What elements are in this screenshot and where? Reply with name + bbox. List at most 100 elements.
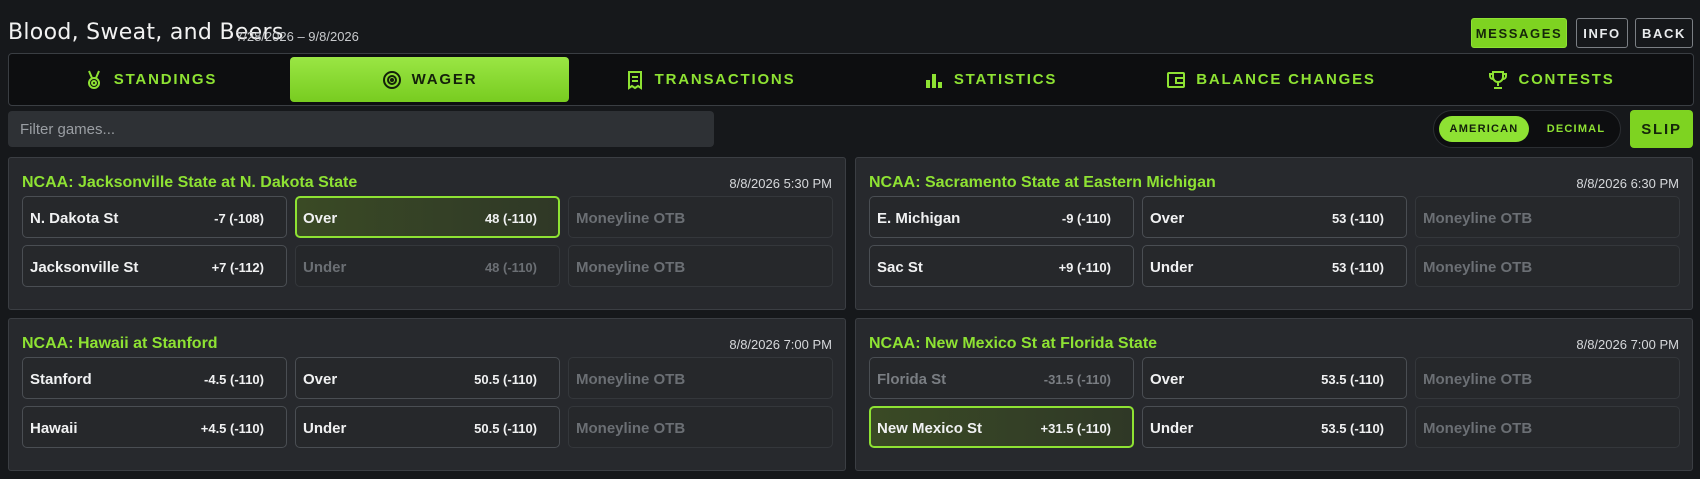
total-bet-button[interactable]: Over 53.5 (-110) xyxy=(1142,357,1407,399)
game-time: 8/8/2026 7:00 PM xyxy=(1576,337,1679,352)
american-odds-option[interactable]: AMERICAN xyxy=(1439,116,1529,142)
bet-odds: 53 (-110) xyxy=(1331,260,1384,275)
game-card: NCAA: New Mexico St at Florida State 8/8… xyxy=(855,318,1693,471)
total-bet-button[interactable]: Over 50.5 (-110) xyxy=(295,357,560,399)
bet-side: Under xyxy=(303,420,347,437)
spread-bet-button[interactable]: New Mexico St +31.5 (-110) xyxy=(869,406,1134,448)
spread-bet-button[interactable]: E. Michigan -9 (-110) xyxy=(869,196,1134,238)
bet-side: Over xyxy=(1150,210,1185,227)
main-nav: STANDINGS WAGER TRANSACTIONS STATISTICS … xyxy=(8,53,1694,106)
total-bet-button[interactable]: Over 53 (-110) xyxy=(1142,196,1407,238)
total-bet-button[interactable]: Under 48 (-110) xyxy=(295,245,560,287)
game-card: NCAA: Sacramento State at Eastern Michig… xyxy=(855,157,1693,310)
moneyline-label: Moneyline OTB xyxy=(576,371,686,388)
bar-chart-icon xyxy=(925,73,942,88)
bet-odds: +31.5 (-110) xyxy=(1040,421,1111,436)
moneyline-otb: Moneyline OTB xyxy=(568,245,833,287)
bet-team: Florida St xyxy=(877,371,947,388)
moneyline-label: Moneyline OTB xyxy=(576,420,686,437)
game-title: NCAA: Sacramento State at Eastern Michig… xyxy=(869,174,1216,191)
header: Blood, Sweat, and Beers 7/28/2026 – 9/8/… xyxy=(0,0,1700,52)
spread-bet-button[interactable]: Hawaii +4.5 (-110) xyxy=(22,406,287,448)
league-dates: 7/28/2026 – 9/8/2026 xyxy=(236,29,359,44)
odds-format-toggle: AMERICAN DECIMAL xyxy=(1433,110,1621,148)
bet-team: E. Michigan xyxy=(877,210,961,227)
game-title: NCAA: Hawaii at Stanford xyxy=(22,335,218,352)
tab-contests[interactable]: CONTESTS xyxy=(1412,57,1691,102)
bet-side: Over xyxy=(303,210,338,227)
back-button[interactable]: BACK xyxy=(1635,18,1693,48)
spread-bet-button[interactable]: N. Dakota St -7 (-108) xyxy=(22,196,287,238)
info-button[interactable]: INFO xyxy=(1576,18,1628,48)
moneyline-otb: Moneyline OTB xyxy=(1415,357,1680,399)
bet-team: Jacksonville St xyxy=(30,259,139,276)
tab-wager[interactable]: WAGER xyxy=(290,57,569,102)
total-bet-button[interactable]: Under 53.5 (-110) xyxy=(1142,406,1407,448)
tab-label: TRANSACTIONS xyxy=(654,71,796,88)
tab-label: STANDINGS xyxy=(113,71,218,88)
bet-team: N. Dakota St xyxy=(30,210,119,227)
tab-standings[interactable]: STANDINGS xyxy=(12,57,289,102)
bet-odds: 53 (-110) xyxy=(1331,211,1384,226)
tab-label: CONTESTS xyxy=(1518,71,1615,88)
total-bet-button[interactable]: Under 50.5 (-110) xyxy=(295,406,560,448)
moneyline-otb: Moneyline OTB xyxy=(1415,245,1680,287)
bet-side: Under xyxy=(1150,420,1194,437)
moneyline-label: Moneyline OTB xyxy=(576,210,686,227)
bet-odds: -7 (-108) xyxy=(214,211,264,226)
game-time: 8/8/2026 6:30 PM xyxy=(1576,176,1679,191)
spread-bet-button[interactable]: Jacksonville St +7 (-112) xyxy=(22,245,287,287)
bet-odds: 48 (-110) xyxy=(484,211,537,226)
bet-odds: -31.5 (-110) xyxy=(1043,372,1111,387)
game-card: NCAA: Jacksonville State at N. Dakota St… xyxy=(8,157,846,310)
tab-statistics[interactable]: STATISTICS xyxy=(851,57,1130,102)
trophy-icon xyxy=(1489,70,1508,89)
decimal-odds-option[interactable]: DECIMAL xyxy=(1536,116,1616,142)
total-bet-button[interactable]: Under 53 (-110) xyxy=(1142,245,1407,287)
medal-icon xyxy=(87,70,100,89)
tab-transactions[interactable]: TRANSACTIONS xyxy=(570,57,850,102)
moneyline-otb: Moneyline OTB xyxy=(1415,406,1680,448)
bet-odds: 50.5 (-110) xyxy=(474,372,537,387)
bet-side: Over xyxy=(303,371,338,388)
receipt-icon xyxy=(627,70,642,90)
bet-odds: 48 (-110) xyxy=(484,260,537,275)
target-icon xyxy=(382,70,401,89)
moneyline-label: Moneyline OTB xyxy=(1423,420,1533,437)
bet-team: Hawaii xyxy=(30,420,78,437)
filter-games-input[interactable] xyxy=(8,111,714,147)
bet-odds: -9 (-110) xyxy=(1061,211,1111,226)
bet-odds: +7 (-112) xyxy=(211,260,264,275)
moneyline-otb: Moneyline OTB xyxy=(1415,196,1680,238)
tab-label: BALANCE CHANGES xyxy=(1196,71,1376,88)
game-title: NCAA: New Mexico St at Florida State xyxy=(869,335,1158,352)
tab-label: STATISTICS xyxy=(953,71,1058,88)
bet-odds: 53.5 (-110) xyxy=(1321,372,1384,387)
moneyline-label: Moneyline OTB xyxy=(576,259,686,276)
moneyline-label: Moneyline OTB xyxy=(1423,371,1533,388)
wallet-icon xyxy=(1167,71,1186,88)
bet-side: Over xyxy=(1150,371,1185,388)
moneyline-label: Moneyline OTB xyxy=(1423,210,1533,227)
bet-team: Stanford xyxy=(30,371,92,388)
spread-bet-button[interactable]: Florida St -31.5 (-110) xyxy=(869,357,1134,399)
messages-button[interactable]: MESSAGES xyxy=(1471,18,1567,48)
bet-odds: +9 (-110) xyxy=(1058,260,1111,275)
bet-slip-button[interactable]: SLIP xyxy=(1630,110,1693,148)
spread-bet-button[interactable]: Sac St +9 (-110) xyxy=(869,245,1134,287)
tab-balance-changes[interactable]: BALANCE CHANGES xyxy=(1131,57,1411,102)
bet-odds: 50.5 (-110) xyxy=(474,421,537,436)
moneyline-label: Moneyline OTB xyxy=(1423,259,1533,276)
bet-odds: +4.5 (-110) xyxy=(200,421,264,436)
total-bet-button[interactable]: Over 48 (-110) xyxy=(295,196,560,238)
game-title: NCAA: Jacksonville State at N. Dakota St… xyxy=(22,174,358,191)
bet-odds: -4.5 (-110) xyxy=(204,372,264,387)
moneyline-otb: Moneyline OTB xyxy=(568,357,833,399)
bet-side: Under xyxy=(1150,259,1194,276)
game-time: 8/8/2026 7:00 PM xyxy=(729,337,832,352)
game-time: 8/8/2026 5:30 PM xyxy=(729,176,832,191)
bet-odds: 53.5 (-110) xyxy=(1321,421,1384,436)
tab-label: WAGER xyxy=(411,71,478,88)
spread-bet-button[interactable]: Stanford -4.5 (-110) xyxy=(22,357,287,399)
bet-team: Sac St xyxy=(877,259,923,276)
